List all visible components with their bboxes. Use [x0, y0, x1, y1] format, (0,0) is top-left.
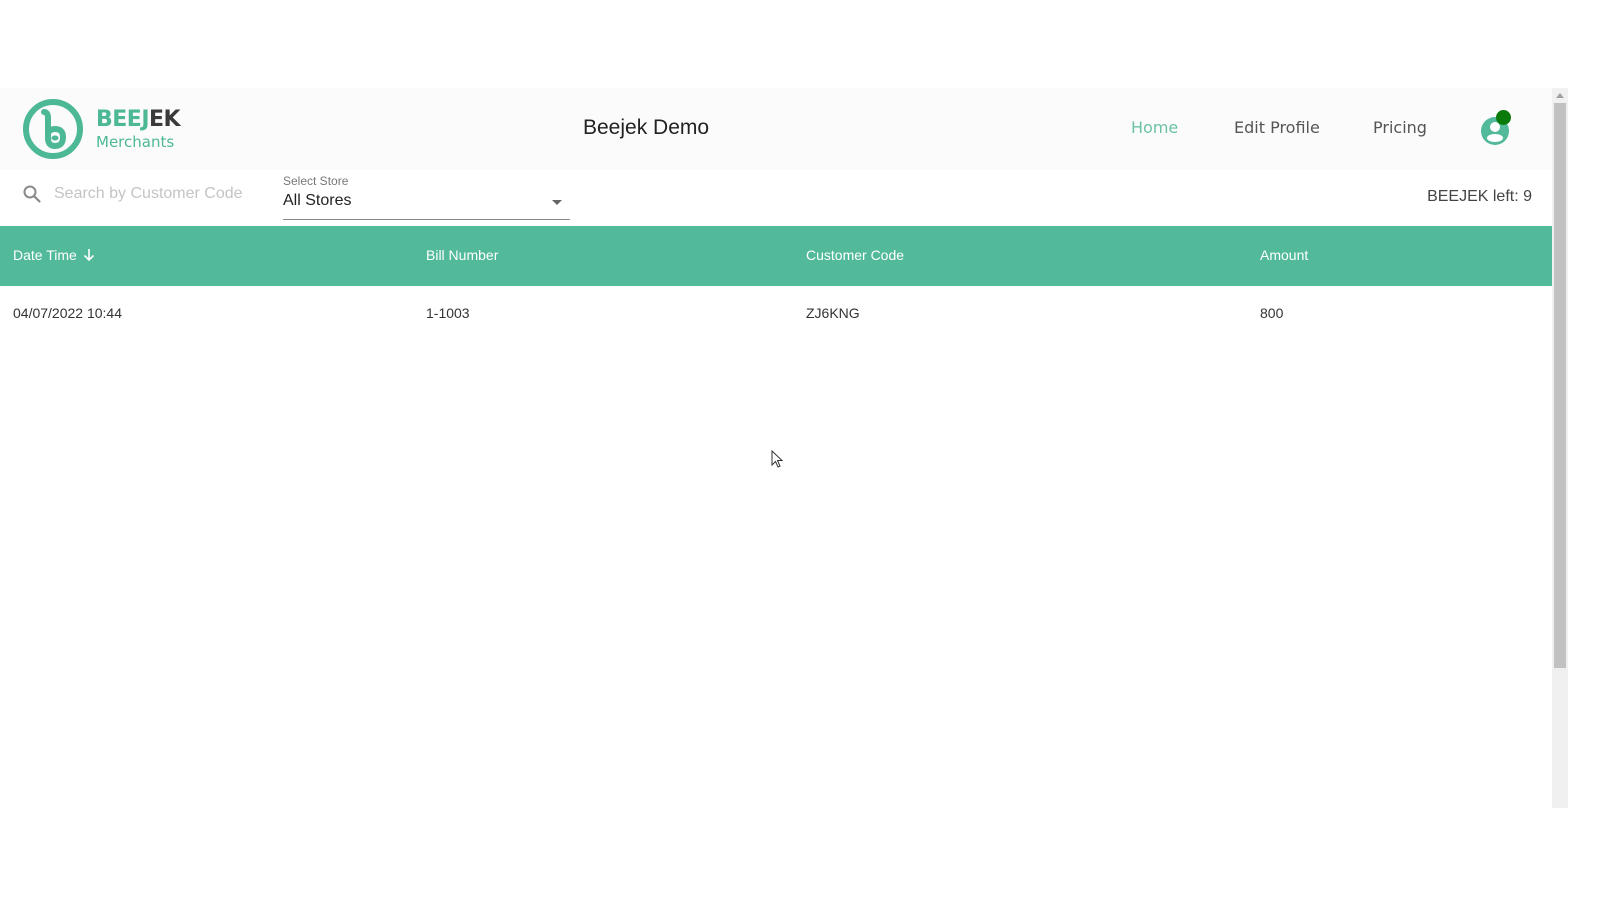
- logo-brand-part1: BEEJ: [96, 106, 150, 132]
- scrollbar-thumb[interactable]: [1554, 103, 1566, 668]
- nav-pricing[interactable]: Pricing: [1373, 118, 1427, 137]
- beejek-logo-icon: [23, 99, 83, 159]
- table-header: Date Time Bill Number Customer Code Amou…: [0, 226, 1552, 286]
- column-header-customer-code[interactable]: Customer Code: [806, 247, 904, 263]
- nav-edit-profile[interactable]: Edit Profile: [1234, 118, 1320, 137]
- logo-brand-text: BEEJEK: [96, 106, 181, 132]
- online-status-dot: [1496, 110, 1511, 125]
- store-select-value: All Stores: [283, 192, 352, 209]
- table-row[interactable]: 04/07/2022 10:44 1-1003 ZJ6KNG 800: [0, 286, 1552, 340]
- customer-code-search-input[interactable]: [54, 185, 264, 203]
- transactions-table: Date Time Bill Number Customer Code Amou…: [0, 226, 1552, 340]
- cell-bill-number: 1-1003: [426, 305, 470, 321]
- scroll-up-arrow-icon[interactable]: [1556, 93, 1564, 98]
- user-avatar-button[interactable]: [1480, 110, 1514, 146]
- logo-subtitle: Merchants: [96, 132, 175, 151]
- app-title: Beejek Demo: [583, 116, 710, 139]
- search-icon: [23, 185, 41, 203]
- nav-home[interactable]: Home: [1131, 118, 1178, 137]
- mouse-cursor-icon: [771, 450, 784, 468]
- column-header-date-time[interactable]: Date Time: [13, 247, 95, 263]
- vertical-scrollbar[interactable]: [1552, 88, 1568, 808]
- dropdown-caret-icon: [552, 200, 562, 205]
- credits-remaining: BEEJEK left: 9: [1427, 188, 1532, 205]
- brand-logo[interactable]: BEEJEK Merchants: [22, 98, 181, 160]
- cell-date-time: 04/07/2022 10:44: [13, 305, 122, 321]
- logo-brand-part2: EK: [149, 106, 181, 132]
- store-select-label: Select Store: [283, 174, 349, 188]
- app-container: BEEJEK Merchants Beejek Demo Home Edit P…: [0, 88, 1552, 808]
- column-header-label: Date Time: [13, 247, 77, 263]
- cell-amount: 800: [1260, 305, 1284, 321]
- sort-descending-icon: [83, 249, 94, 262]
- cell-customer-code: ZJ6KNG: [806, 305, 860, 321]
- column-header-amount[interactable]: Amount: [1260, 247, 1308, 263]
- filter-toolbar: Select Store All Stores BEEJEK left: 9: [0, 170, 1552, 226]
- column-header-bill-number[interactable]: Bill Number: [426, 247, 498, 263]
- top-header: BEEJEK Merchants Beejek Demo Home Edit P…: [0, 88, 1552, 170]
- store-select[interactable]: Select Store All Stores: [283, 174, 570, 220]
- search-box: [22, 184, 264, 204]
